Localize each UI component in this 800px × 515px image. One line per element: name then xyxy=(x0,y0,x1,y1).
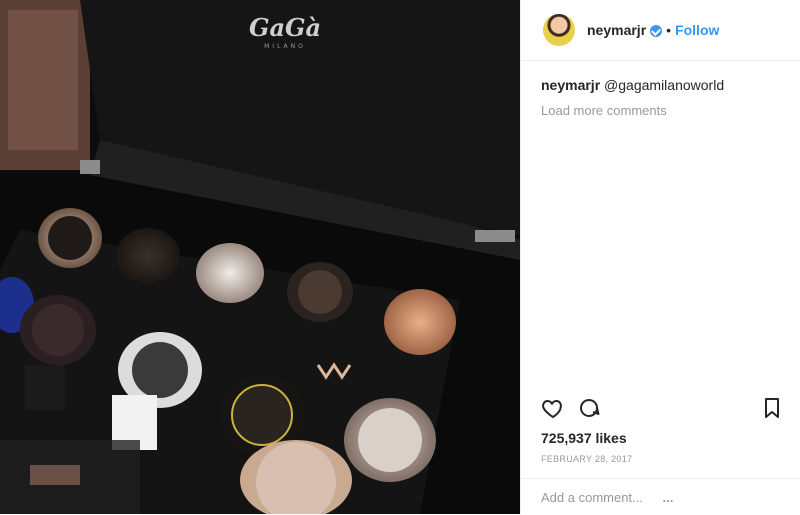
action-bar xyxy=(541,396,784,420)
post-header: neymarjr • Follow xyxy=(521,0,800,61)
watch-box-image: GaGà MILANO xyxy=(0,0,520,514)
username-link[interactable]: neymarjr xyxy=(587,22,646,38)
caption: neymarjr @gagamilanoworld xyxy=(541,77,784,93)
likes-count[interactable]: 725,937 likes xyxy=(541,430,627,446)
caption-username-link[interactable]: neymarjr xyxy=(541,77,600,93)
more-options-button[interactable]: ... xyxy=(663,490,785,505)
like-button[interactable] xyxy=(541,396,565,420)
post-date[interactable]: FEBRUARY 28, 2017 xyxy=(541,454,632,464)
instagram-post: GaGà MILANO neymarjr • Follow neymarjr @… xyxy=(0,0,800,514)
caption-text[interactable]: @gagamilanoworld xyxy=(604,77,724,93)
add-comment-input[interactable]: Add a comment... xyxy=(541,490,663,505)
comments-section: neymarjr @gagamilanoworld Load more comm… xyxy=(521,61,800,118)
avatar[interactable] xyxy=(543,14,575,46)
separator-dot: • xyxy=(666,22,672,38)
post-sidebar: neymarjr • Follow neymarjr @gagamilanowo… xyxy=(520,0,800,514)
comment-icon xyxy=(580,399,600,417)
brand-sub-text: MILANO xyxy=(264,43,306,50)
comment-button[interactable] xyxy=(577,396,601,420)
follow-button[interactable]: Follow xyxy=(675,22,719,38)
heart-icon xyxy=(542,399,562,419)
post-photo[interactable]: GaGà MILANO xyxy=(0,0,520,514)
add-comment-bar: Add a comment... ... xyxy=(521,478,800,515)
save-button[interactable] xyxy=(760,396,784,420)
verified-icon xyxy=(650,25,663,37)
bookmark-icon xyxy=(765,398,779,418)
brand-logo-text: GaGà xyxy=(249,13,321,42)
load-more-comments[interactable]: Load more comments xyxy=(541,103,784,118)
